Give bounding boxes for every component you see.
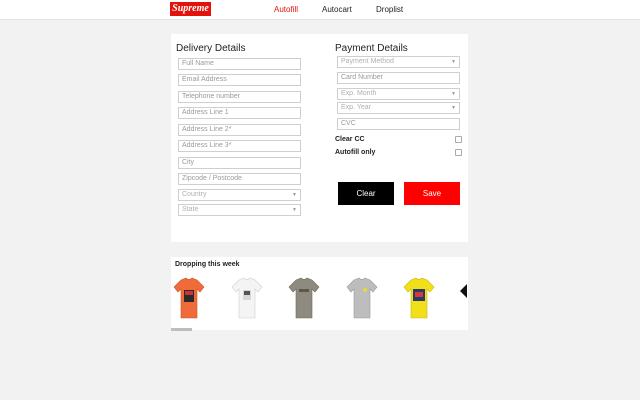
- scroll-right-arrow-icon[interactable]: [460, 284, 467, 298]
- card-number-field[interactable]: Card Number: [337, 72, 460, 84]
- country-select[interactable]: Country ▼: [178, 189, 301, 201]
- address-line-2-field[interactable]: Address Line 2*: [178, 124, 301, 136]
- exp-year-label: Exp. Year: [341, 104, 371, 111]
- caret-down-icon: ▼: [292, 207, 297, 213]
- caret-down-icon: ▼: [451, 91, 456, 97]
- tshirt-icon[interactable]: [173, 276, 205, 320]
- caret-down-icon: ▼: [451, 105, 456, 111]
- clear-cc-checkbox[interactable]: [455, 136, 462, 143]
- city-field[interactable]: City: [178, 157, 301, 169]
- zipcode-field[interactable]: Zipcode / Postcode: [178, 173, 301, 185]
- address-line-3-field[interactable]: Address Line 3*: [178, 140, 301, 152]
- cvc-field[interactable]: CVC: [337, 118, 460, 130]
- payment-method-select[interactable]: Payment Method ▼: [337, 56, 460, 68]
- exp-month-select[interactable]: Exp. Month ▼: [337, 88, 460, 100]
- exp-month-label: Exp. Month: [341, 90, 377, 97]
- tshirt-icon[interactable]: [288, 276, 320, 320]
- state-select[interactable]: State ▼: [178, 204, 301, 216]
- tshirt-icon[interactable]: [346, 276, 378, 320]
- tshirt-icon[interactable]: [403, 276, 435, 320]
- supreme-logo[interactable]: Supreme: [170, 2, 211, 16]
- clear-cc-label: Clear CC: [335, 136, 365, 143]
- autofill-only-checkbox[interactable]: [455, 149, 462, 156]
- exp-year-select[interactable]: Exp. Year ▼: [337, 102, 460, 114]
- nav-autofill[interactable]: Autofill: [274, 5, 298, 15]
- full-name-field[interactable]: Full Name: [178, 58, 301, 70]
- tshirt-icon[interactable]: [231, 276, 263, 320]
- caret-down-icon: ▼: [451, 59, 456, 65]
- droplist-title: Dropping this week: [175, 261, 240, 268]
- droplist-scrollbar[interactable]: [171, 328, 192, 331]
- payment-method-label: Payment Method: [341, 58, 394, 65]
- top-bar: Supreme Autofill Autocart Droplist: [0, 0, 640, 20]
- payment-title: Payment Details: [335, 43, 408, 54]
- autofill-only-label: Autofill only: [335, 149, 376, 156]
- country-select-label: Country: [182, 191, 207, 198]
- caret-down-icon: ▼: [292, 192, 297, 198]
- nav-autocart[interactable]: Autocart: [322, 5, 352, 15]
- delivery-title: Delivery Details: [176, 43, 246, 54]
- state-select-label: State: [182, 206, 199, 213]
- address-line-1-field[interactable]: Address Line 1: [178, 107, 301, 119]
- telephone-field[interactable]: Telephone number: [178, 91, 301, 103]
- clear-button[interactable]: Clear: [338, 182, 394, 205]
- save-button[interactable]: Save: [404, 182, 460, 205]
- email-field[interactable]: Email Address: [178, 74, 301, 86]
- nav-droplist[interactable]: Droplist: [376, 5, 403, 15]
